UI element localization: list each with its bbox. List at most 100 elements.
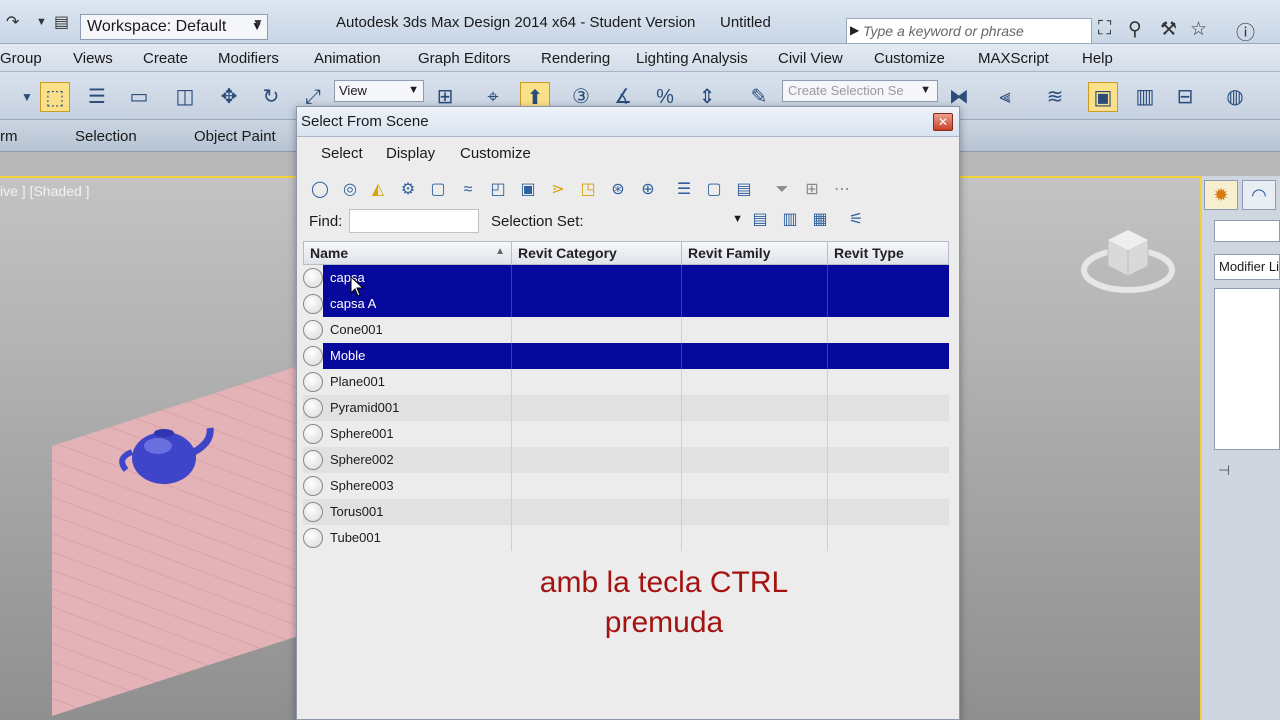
align-icon[interactable]: ⫷ <box>990 82 1020 112</box>
menu-modifiers[interactable]: Modifiers <box>218 50 279 67</box>
redo-dropdown-icon[interactable]: ▼ <box>36 16 47 28</box>
select-object-icon[interactable]: ⬚ <box>40 82 70 112</box>
dialog-title-bar[interactable]: Select From Scene ✕ <box>297 107 959 137</box>
table-row[interactable]: Tube001 <box>303 525 949 551</box>
column-header-name[interactable]: Name ▲ <box>304 242 512 264</box>
dialog-menu-customize[interactable]: Customize <box>460 145 531 162</box>
menu-civil-view[interactable]: Civil View <box>778 50 843 67</box>
column-header-revit-family[interactable]: Revit Family <box>682 242 828 264</box>
display-space-warps-icon[interactable]: ◰ <box>485 177 511 203</box>
select-none-icon[interactable]: ▢ <box>701 177 727 203</box>
display-frozen-icon[interactable]: ⊕ <box>635 177 661 203</box>
play-arrow-icon[interactable]: ▶ <box>850 23 859 37</box>
menu-lighting-analysis[interactable]: Lighting Analysis <box>636 50 748 67</box>
dropdown-arrow-icon[interactable]: ▼ <box>12 82 42 112</box>
ribbon-tab-object-paint[interactable]: Object Paint <box>194 128 276 145</box>
remove-selection-set-icon[interactable]: ▥ <box>777 207 803 233</box>
create-tab-icon[interactable]: ✹ <box>1204 180 1238 210</box>
pin-stack-icon[interactable]: ⊣ <box>1218 462 1230 479</box>
select-all-objects-icon[interactable]: ☰ <box>671 177 697 203</box>
display-lights-icon[interactable]: ⚙ <box>395 177 421 203</box>
menu-maxscript[interactable]: MAXScript <box>978 50 1049 67</box>
star-icon[interactable]: ☆ <box>1190 18 1207 41</box>
viewport-label[interactable]: ive ] [Shaded ] <box>0 183 90 199</box>
curve-editor-icon[interactable]: ▥ <box>1130 82 1160 112</box>
table-row[interactable]: Torus001 <box>303 499 949 525</box>
tools-icon[interactable]: ⚒ <box>1160 18 1177 41</box>
ribbon-tab-freeform[interactable]: rm <box>0 128 18 145</box>
menu-create[interactable]: Create <box>143 50 188 67</box>
menu-graph-editors[interactable]: Graph Editors <box>418 50 511 67</box>
redo-icon[interactable]: ↷ <box>6 12 19 32</box>
display-containers-icon[interactable]: ⊛ <box>605 177 631 203</box>
select-invert-icon[interactable]: ▤ <box>731 177 757 203</box>
find-input[interactable] <box>349 209 479 233</box>
row-background <box>323 395 949 421</box>
selection-set-select[interactable]: ▼ <box>587 209 747 233</box>
project-folder-icon[interactable]: ▤ <box>54 12 69 32</box>
display-xrefs-icon[interactable]: ⋗ <box>545 177 571 203</box>
caption-line-2: premuda <box>604 606 724 639</box>
menu-views[interactable]: Views <box>73 50 113 67</box>
filter-icon[interactable]: ⏷ <box>769 177 795 203</box>
table-row[interactable]: capsa A <box>303 291 949 317</box>
object-type-icon <box>303 346 323 366</box>
object-name-field[interactable] <box>1214 220 1280 242</box>
menu-group[interactable]: Group <box>0 50 42 67</box>
workspace-select[interactable]: Workspace: Default ▼ <box>80 14 268 40</box>
select-all-icon[interactable]: ◯ <box>307 177 333 203</box>
sync-selection-icon[interactable]: ⊞ <box>799 177 825 203</box>
rotate-icon[interactable]: ↻ <box>256 82 286 112</box>
table-row[interactable]: Sphere003 <box>303 473 949 499</box>
menu-customize[interactable]: Customize <box>874 50 945 67</box>
named-selection-set-select[interactable]: Create Selection Se ▼ <box>782 80 938 102</box>
table-row[interactable]: Plane001 <box>303 369 949 395</box>
table-row[interactable]: Cone001 <box>303 317 949 343</box>
material-editor-icon[interactable]: ◍ <box>1220 82 1250 112</box>
reference-coordinate-select[interactable]: View ▼ <box>334 80 424 102</box>
table-row[interactable]: Pyramid001 <box>303 395 949 421</box>
modifier-list-select[interactable]: Modifier Li <box>1214 254 1280 280</box>
menu-rendering[interactable]: Rendering <box>541 50 610 67</box>
scene-explorer-icon[interactable]: ▣ <box>1088 82 1118 112</box>
move-icon[interactable]: ✥ <box>214 82 244 112</box>
help-icon[interactable]: ⓘ <box>1236 18 1255 45</box>
ribbon-tab-selection[interactable]: Selection <box>75 128 137 145</box>
viewcube[interactable] <box>1080 218 1176 298</box>
close-button[interactable]: ✕ <box>933 113 953 131</box>
dropdown-arrow-icon[interactable]: ▼ <box>252 16 264 30</box>
table-row[interactable]: Moble <box>303 343 949 369</box>
menu-animation[interactable]: Animation <box>314 50 381 67</box>
table-row[interactable]: Sphere002 <box>303 447 949 473</box>
layer-manager-icon[interactable]: ≋ <box>1040 82 1070 112</box>
display-cameras-icon[interactable]: ▢ <box>425 177 451 203</box>
select-by-name-icon[interactable]: ☰ <box>82 82 112 112</box>
column-header-revit-type[interactable]: Revit Type <box>828 242 948 264</box>
dialog-menu-display[interactable]: Display <box>386 145 435 162</box>
dialog-menu-select[interactable]: Select <box>321 145 363 162</box>
menu-help[interactable]: Help <box>1082 50 1113 67</box>
display-helpers-icon[interactable]: ≈ <box>455 177 481 203</box>
row-background <box>323 499 949 525</box>
schematic-view-icon[interactable]: ⊟ <box>1170 82 1200 112</box>
modify-tab-icon[interactable]: ◠ <box>1242 180 1276 210</box>
display-shapes-icon[interactable]: ◭ <box>365 177 391 203</box>
search-input[interactable]: ▶ Type a keyword or phrase <box>846 18 1092 44</box>
save-selection-set-icon[interactable]: ▤ <box>747 207 773 233</box>
column-header-revit-category[interactable]: Revit Category <box>512 242 682 264</box>
display-children-icon[interactable]: ⋯ <box>829 177 855 203</box>
table-row[interactable]: capsa <box>303 265 949 291</box>
display-groups-icon[interactable]: ▣ <box>515 177 541 203</box>
window-crossing-icon[interactable]: ◫ <box>170 82 200 112</box>
display-bones-icon[interactable]: ◳ <box>575 177 601 203</box>
selection-set-manager-icon[interactable]: ⚟ <box>843 207 869 233</box>
modifier-stack[interactable] <box>1214 288 1280 450</box>
display-geometry-icon[interactable]: ◎ <box>337 177 363 203</box>
key-icon[interactable]: ⚲ <box>1128 18 1142 41</box>
chevron-down-icon: ▼ <box>408 84 419 96</box>
binoculars-icon[interactable]: ⛶ <box>1098 18 1111 40</box>
add-selection-set-icon[interactable]: ▦ <box>807 207 833 233</box>
column-separator <box>681 291 682 317</box>
table-row[interactable]: Sphere001 <box>303 421 949 447</box>
rectangular-region-icon[interactable]: ▭ <box>124 82 154 112</box>
